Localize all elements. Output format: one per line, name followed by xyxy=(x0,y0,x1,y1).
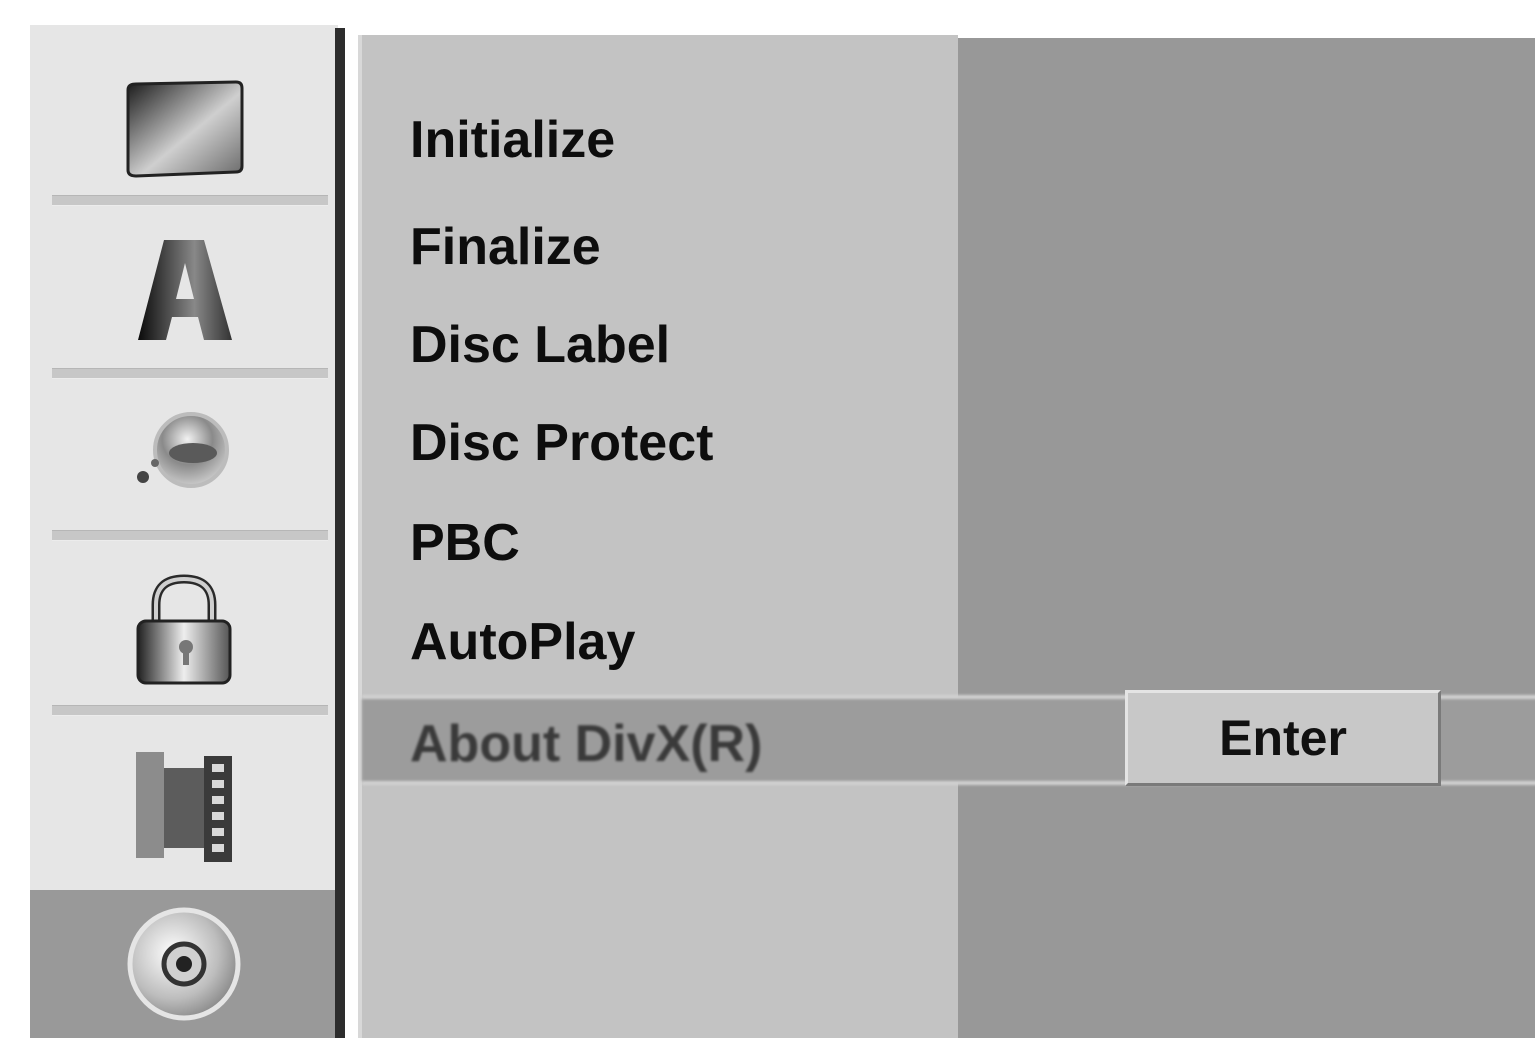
setup-sidebar xyxy=(30,25,338,1038)
menu-item-disc-protect[interactable]: Disc Protect xyxy=(410,413,713,473)
sidebar-item-audio[interactable] xyxy=(30,380,338,530)
menu-item-finalize[interactable]: Finalize xyxy=(410,217,601,277)
sidebar-item-disc[interactable] xyxy=(30,890,338,1038)
film-icon xyxy=(136,751,232,862)
detail-panel xyxy=(954,38,1535,1038)
enter-button[interactable]: Enter xyxy=(1125,690,1441,786)
audio-icon xyxy=(137,412,229,488)
menu-item-autoplay[interactable]: AutoPlay xyxy=(410,612,635,672)
disc-icon xyxy=(127,907,241,1021)
sidebar-divider xyxy=(335,28,345,1038)
sidebar-item-lock[interactable] xyxy=(30,545,338,715)
menu-item-initialize[interactable]: Initialize xyxy=(410,110,615,170)
sidebar-item-display[interactable] xyxy=(30,45,338,215)
letter-a-icon xyxy=(138,240,232,340)
menu-item-pbc[interactable]: PBC xyxy=(410,513,520,573)
lock-icon xyxy=(136,573,232,684)
disc-menu: Initialize Finalize Disc Label Disc Prot… xyxy=(358,35,958,1038)
tv-icon xyxy=(126,80,244,178)
sidebar-item-language[interactable] xyxy=(30,210,338,370)
menu-item-disc-label[interactable]: Disc Label xyxy=(410,315,670,375)
sidebar-item-recording[interactable] xyxy=(30,720,338,890)
